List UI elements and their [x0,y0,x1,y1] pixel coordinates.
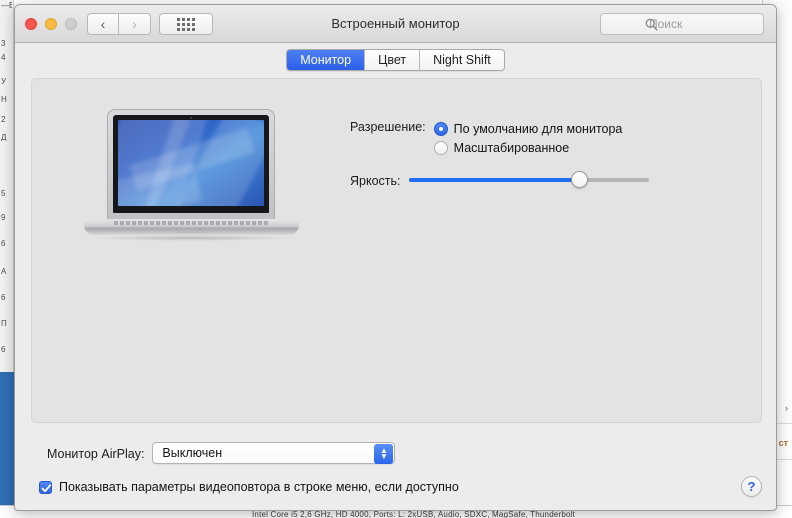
chevron-up-down-icon[interactable]: ▲ ▼ [374,444,394,464]
resolution-radio-group: По умолчанию для монитора Масштабированн… [433,119,623,157]
background-spec-text: Intel Core i5 2,6 GHz, HD 4000, Ports: L… [252,510,576,518]
macbook-illustration [84,109,299,244]
background-text-line: 4 [1,54,6,61]
resolution-label: Разрешение: [350,120,426,134]
tab-night-shift[interactable]: Night Shift [420,50,504,70]
radio-default-for-display[interactable]: По умолчанию для монитора [433,119,623,138]
tab-bar: Монитор Цвет Night Shift [15,43,776,77]
slider-fill [408,178,580,182]
display-settings-panel: Разрешение: По умолчанию для монитора Ма… [31,78,762,423]
background-text-line: 3 [1,40,6,47]
mirroring-checkbox-row[interactable]: Показывать параметры видеоповтора в стро… [39,480,459,494]
tab-display[interactable]: Монитор [287,50,366,70]
laptop-bezel [113,115,269,213]
mirroring-checkbox-label: Показывать параметры видеоповтора в стро… [59,480,459,494]
search-icon [645,18,658,31]
radio-button-icon [433,121,448,136]
laptop-screen [118,120,264,206]
radio-label: Масштабированное [453,140,570,155]
airplay-label: Монитор AirPlay: [47,446,145,461]
resolution-row: Разрешение: По умолчанию для монитора Ма… [350,119,622,157]
background-text-line: 6 [1,346,6,353]
background-text-line: 6 [1,294,6,301]
airplay-selected-value: Выключен [162,446,223,460]
background-text-line: П [1,320,7,327]
background-app-sidebar: —ВА 3 4 У Н 2 Д 5 9 6 А 6 П 6 [0,0,14,518]
airplay-row: Монитор AirPlay: Выключен ▲ ▼ [47,442,396,464]
checkmark-icon [41,483,52,492]
tab-group: Монитор Цвет Night Shift [286,49,505,71]
display-preferences-window: ‹ › Встроенный монитор Поиск Монитор Цве… [14,4,777,511]
camera-icon [190,117,192,119]
background-chevron-icon: › [785,403,788,413]
background-text-line: 9 [1,214,6,221]
background-text-line: А [1,268,7,275]
radio-label: По умолчанию для монитора [453,121,623,136]
laptop-base [84,219,299,235]
window-titlebar: ‹ › Встроенный монитор Поиск [15,5,776,43]
help-button[interactable]: ? [741,476,762,497]
laptop-shadow [90,235,293,241]
chevron-down-glyph: ▼ [379,452,388,461]
brightness-label: Яркость: [350,173,401,188]
background-label-icon: ст [778,438,788,448]
slider-thumb[interactable] [571,171,589,188]
background-text-line: 2 [1,116,6,123]
background-text-line: 5 [1,190,6,197]
laptop-lid [107,109,275,222]
background-text-line: Н [1,96,7,103]
search-input[interactable]: Поиск [600,13,764,35]
checkbox-icon [39,480,52,494]
background-text-line: —ВА [1,2,12,9]
keyboard-row [114,221,269,225]
background-text-line: 6 [1,240,6,247]
tab-color[interactable]: Цвет [365,50,421,70]
background-selection-block [0,372,14,518]
brightness-slider[interactable] [408,171,649,189]
airplay-display-select[interactable]: Выключен ▲ ▼ [152,442,396,464]
background-text-line: У [1,78,7,85]
brightness-row: Яркость: [350,171,649,189]
background-text-line: Д [1,134,7,141]
radio-button-icon [433,140,448,155]
radio-scaled[interactable]: Масштабированное [433,138,623,157]
